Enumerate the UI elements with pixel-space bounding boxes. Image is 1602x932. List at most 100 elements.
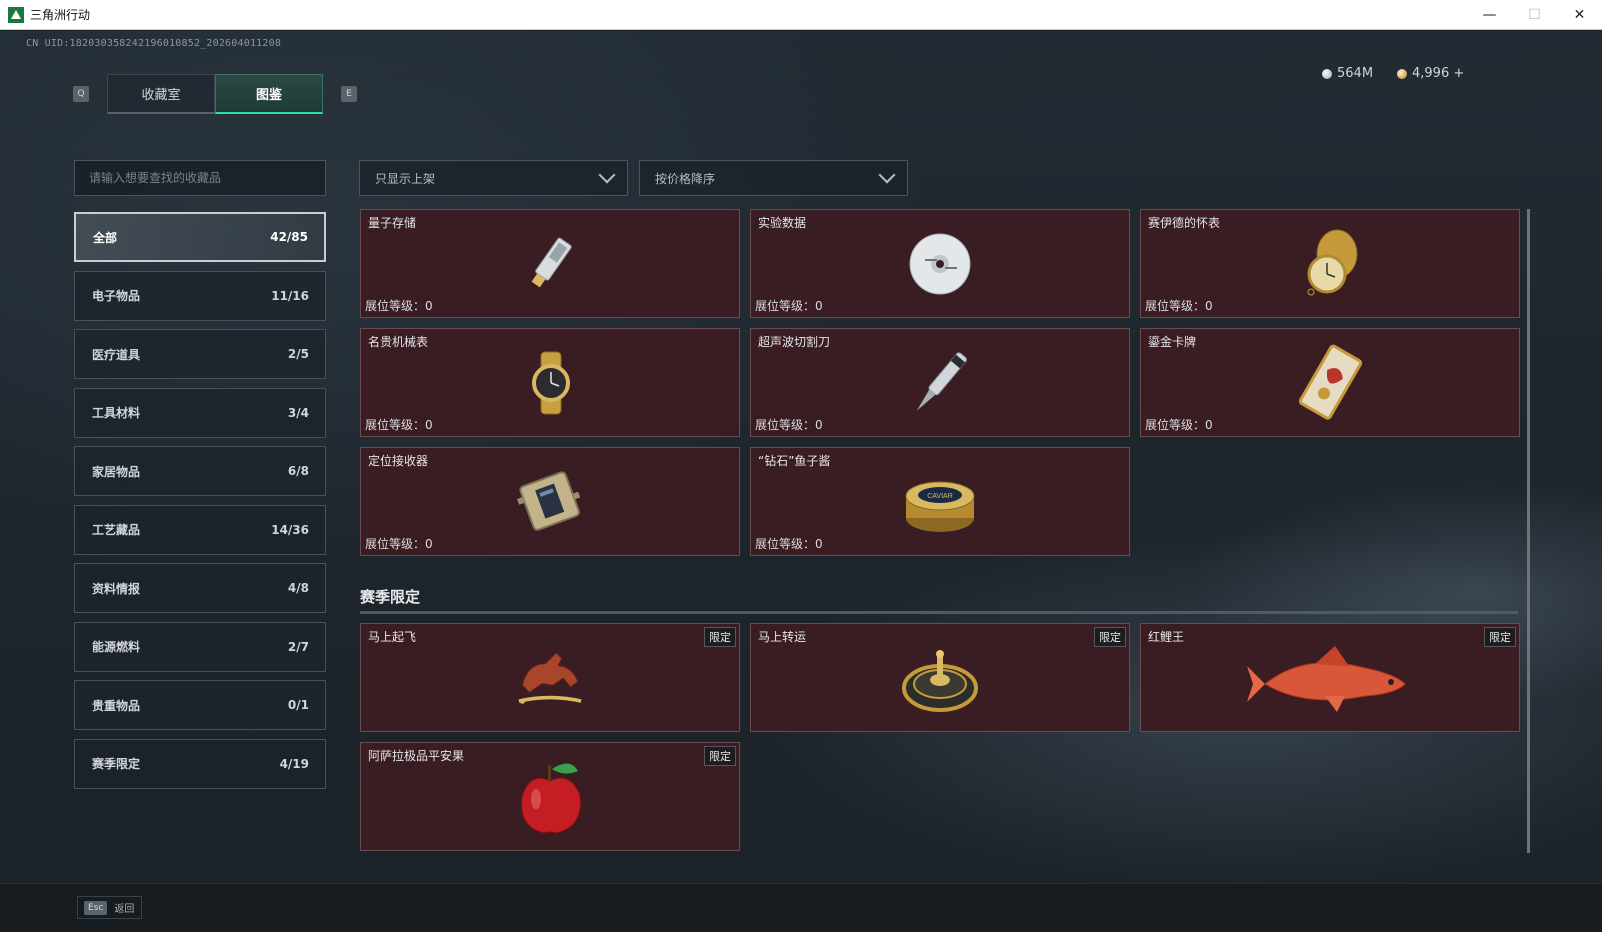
limited-badge: 限定 bbox=[1094, 627, 1126, 647]
category-household[interactable]: 家居物品 6/8 bbox=[74, 446, 326, 496]
next-tab-key-hint[interactable]: E bbox=[341, 86, 357, 102]
chevron-down-icon bbox=[598, 166, 616, 184]
item-card-experiment-data[interactable]: 实验数据 展位等级：0 bbox=[750, 209, 1130, 318]
season-section-title: 赛季限定 bbox=[360, 588, 421, 606]
item-name: 阿萨拉极品平安果 bbox=[368, 749, 465, 763]
item-card-ultrasonic-cutter[interactable]: 超声波切割刀 展位等级：0 bbox=[750, 328, 1130, 437]
item-level: 展位等级：0 bbox=[365, 537, 433, 551]
gold-currency[interactable]: 4,996 + bbox=[1397, 66, 1464, 81]
item-card-diamond-caviar[interactable]: “钻石”鱼子酱 CAVIAR 展位等级：0 bbox=[750, 447, 1130, 556]
category-crafts[interactable]: 工艺藏品 14/36 bbox=[74, 504, 326, 555]
golden-wheel-icon bbox=[900, 638, 980, 718]
category-count: 42/85 bbox=[270, 230, 308, 244]
item-level: 展位等级：0 bbox=[755, 418, 823, 432]
limited-badge: 限定 bbox=[1484, 627, 1516, 647]
search-input[interactable] bbox=[89, 171, 325, 185]
item-name: 量子存储 bbox=[368, 216, 417, 230]
item-level: 展位等级：0 bbox=[365, 418, 433, 432]
item-level: 展位等级：0 bbox=[365, 299, 433, 313]
tab-collection-room[interactable]: 收藏室 bbox=[107, 74, 215, 114]
season-card-red-carp[interactable]: 红鲤王 限定 bbox=[1140, 623, 1520, 732]
category-count: 4/19 bbox=[279, 756, 309, 771]
category-energy[interactable]: 能源燃料 2/7 bbox=[74, 621, 326, 672]
season-card-asala-apple[interactable]: 阿萨拉极品平安果 限定 bbox=[360, 742, 740, 851]
season-card-fortune-wheel[interactable]: 马上转运 限定 bbox=[750, 623, 1130, 732]
disc-icon bbox=[900, 224, 980, 304]
silver-amount: 564M bbox=[1337, 66, 1374, 81]
item-name: 名贵机械表 bbox=[368, 335, 429, 349]
silver-coin-icon bbox=[1322, 68, 1332, 79]
main-tabs: 收藏室 图鉴 bbox=[107, 74, 323, 114]
category-label: 家居物品 bbox=[92, 464, 141, 479]
item-card-quantum-storage[interactable]: 量子存储 展位等级：0 bbox=[360, 209, 740, 318]
category-label: 电子物品 bbox=[92, 289, 141, 303]
item-name: “钻石”鱼子酱 bbox=[758, 454, 831, 468]
category-electronics[interactable]: 电子物品 11/16 bbox=[74, 270, 326, 321]
category-label: 医疗道具 bbox=[92, 347, 141, 362]
category-label: 贵重物品 bbox=[92, 698, 141, 713]
back-label: 返回 bbox=[114, 904, 135, 915]
minimize-button[interactable]: — bbox=[1467, 0, 1512, 30]
item-level: 展位等级：0 bbox=[755, 537, 823, 551]
item-level: 展位等级：0 bbox=[1145, 299, 1213, 313]
red-apple-icon bbox=[510, 757, 590, 837]
gold-amount: 4,996 + bbox=[1412, 66, 1465, 81]
item-name: 马上转运 bbox=[758, 630, 807, 644]
category-tools[interactable]: 工具材料 3/4 bbox=[74, 387, 326, 438]
search-box bbox=[74, 160, 326, 196]
item-card-pocket-watch[interactable]: 赛伊德的怀表 展位等级：0 bbox=[1140, 209, 1520, 318]
category-medical[interactable]: 医疗道具 2/5 bbox=[74, 329, 326, 379]
item-level: 展位等级：0 bbox=[1145, 418, 1213, 432]
sort-dropdown[interactable]: 按价格降序 bbox=[639, 160, 908, 196]
bottom-bar: Esc 返回 bbox=[0, 883, 1602, 932]
red-carp-icon bbox=[1245, 638, 1415, 718]
horse-statue-icon bbox=[510, 638, 590, 718]
category-count: 0/1 bbox=[287, 698, 309, 712]
item-name: 超声波切割刀 bbox=[758, 335, 831, 349]
item-card-position-receiver[interactable]: 定位接收器 展位等级：0 bbox=[360, 447, 740, 556]
chevron-down-icon bbox=[878, 166, 896, 184]
content-scrollbar[interactable] bbox=[1527, 209, 1530, 853]
category-count: 3/4 bbox=[287, 405, 309, 420]
pocket-watch-icon bbox=[1290, 224, 1370, 304]
window-title: 三角洲行动 bbox=[30, 8, 91, 22]
season-card-horse-takeoff[interactable]: 马上起飞 限定 bbox=[360, 623, 740, 732]
item-card-luxury-watch[interactable]: 名贵机械表 展位等级：0 bbox=[360, 328, 740, 437]
app-logo-icon bbox=[8, 6, 24, 23]
item-card-gilded-card[interactable]: 鎏金卡牌 展位等级：0 bbox=[1140, 328, 1520, 437]
prev-tab-key-hint[interactable]: Q bbox=[73, 86, 89, 102]
category-valuables[interactable]: 贵重物品 0/1 bbox=[74, 680, 326, 730]
gold-coin-icon bbox=[1397, 68, 1407, 79]
limited-badge: 限定 bbox=[704, 627, 736, 647]
esc-key-hint: Esc bbox=[84, 900, 108, 915]
gilded-card-icon bbox=[1290, 343, 1370, 423]
item-name: 鎏金卡牌 bbox=[1148, 335, 1197, 349]
tab-catalog[interactable]: 图鉴 bbox=[215, 74, 323, 114]
category-label: 能源燃料 bbox=[92, 640, 141, 654]
receiver-icon bbox=[510, 462, 590, 542]
sort-value: 按价格降序 bbox=[655, 171, 716, 186]
item-name: 马上起飞 bbox=[368, 630, 417, 644]
maximize-button[interactable]: ☐ bbox=[1512, 0, 1557, 30]
category-label: 赛季限定 bbox=[92, 757, 141, 771]
category-list: 全部 42/85 电子物品 11/16 医疗道具 2/5 工具材料 3/4 家居… bbox=[74, 212, 326, 797]
category-label: 工具材料 bbox=[92, 406, 141, 420]
category-count: 6/8 bbox=[287, 464, 309, 478]
item-level: 展位等级：0 bbox=[755, 299, 823, 313]
category-count: 2/7 bbox=[287, 639, 309, 654]
category-count: 4/8 bbox=[287, 581, 309, 595]
silver-currency: 564M bbox=[1322, 66, 1373, 81]
display-filter-dropdown[interactable]: 只显示上架 bbox=[359, 160, 628, 196]
category-label: 工艺藏品 bbox=[92, 523, 141, 537]
usb-drive-icon bbox=[510, 224, 590, 304]
back-button[interactable]: Esc 返回 bbox=[77, 896, 143, 919]
category-intel[interactable]: 资料情报 4/8 bbox=[74, 563, 326, 613]
category-all[interactable]: 全部 42/85 bbox=[74, 212, 326, 262]
category-season-limited[interactable]: 赛季限定 4/19 bbox=[74, 738, 326, 789]
item-name: 实验数据 bbox=[758, 216, 807, 230]
category-count: 2/5 bbox=[287, 347, 309, 361]
game-viewport: CN UID:182030358242196010852_20260401120… bbox=[0, 31, 1602, 932]
close-button[interactable]: ✕ bbox=[1557, 0, 1602, 30]
section-divider bbox=[360, 611, 1518, 614]
ultrasonic-cutter-icon bbox=[900, 343, 980, 423]
